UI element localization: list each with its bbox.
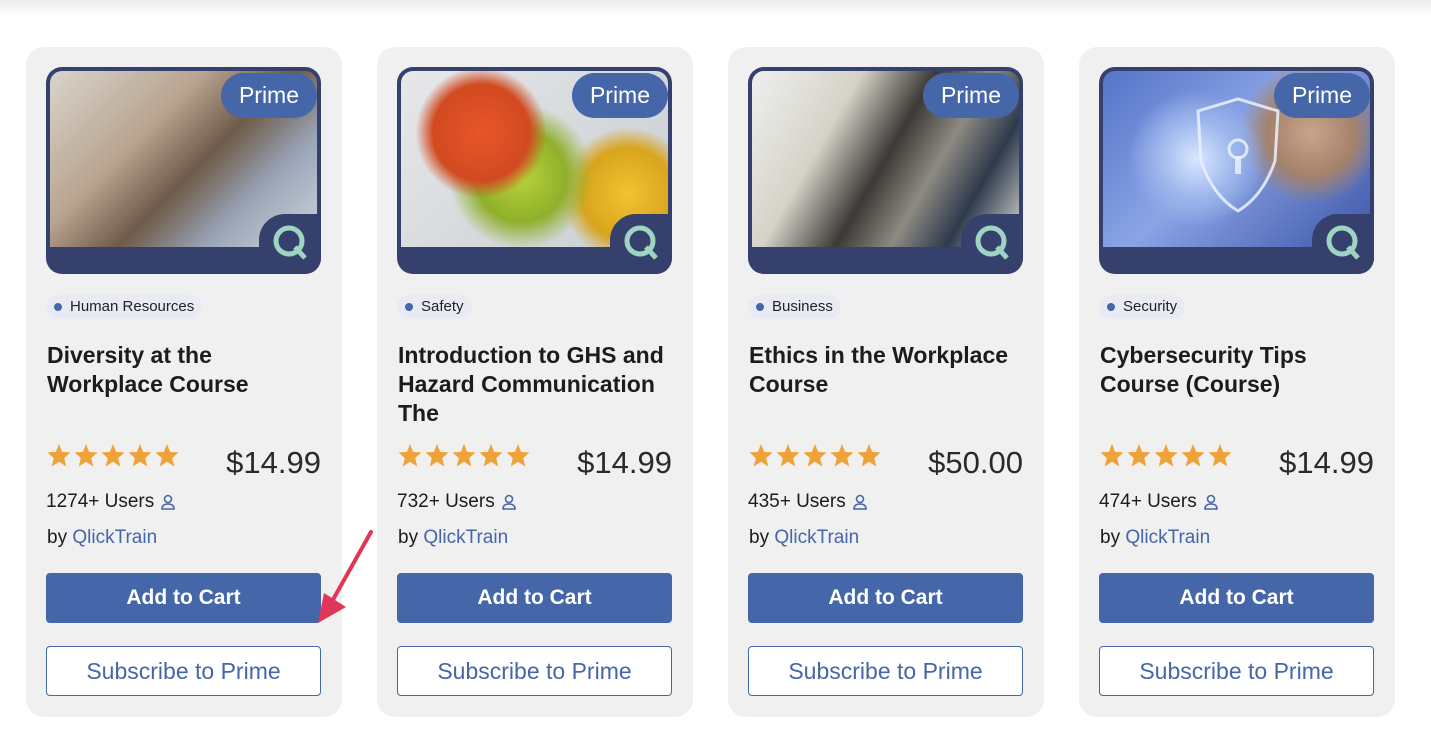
qlicktrain-logo-icon	[259, 214, 321, 274]
annotation-arrow-icon	[318, 530, 373, 623]
star-rating	[46, 443, 180, 468]
author-line: by QlickTrain	[1100, 527, 1210, 549]
add-to-cart-button[interactable]: Add to Cart	[46, 573, 321, 623]
star-icon	[1208, 444, 1232, 467]
author-link[interactable]: QlickTrain	[72, 527, 157, 548]
author-link[interactable]: QlickTrain	[423, 527, 508, 548]
star-icon	[506, 444, 530, 467]
header-shadow	[0, 0, 1431, 16]
add-to-cart-button[interactable]: Add to Cart	[1099, 573, 1374, 623]
course-price: $14.99	[1279, 445, 1374, 480]
user-icon	[852, 494, 867, 510]
prime-badge: Prime	[220, 73, 317, 118]
user-count-label: 474+ Users	[1099, 491, 1197, 512]
add-to-cart-button[interactable]: Add to Cart	[397, 573, 672, 623]
star-icon	[425, 444, 449, 467]
user-icon	[501, 494, 516, 510]
author-line: by QlickTrain	[47, 527, 157, 549]
user-count-label: 435+ Users	[748, 491, 846, 512]
star-icon	[830, 444, 854, 467]
star-icon	[1154, 444, 1178, 467]
dot-icon	[756, 303, 764, 311]
course-card: Prime Business Ethics in the Workplace C…	[728, 47, 1044, 717]
course-card: Prime Human Resources Diversity at the W…	[26, 47, 342, 717]
course-title[interactable]: Cybersecurity Tips Course (Course)	[1100, 341, 1370, 428]
star-icon	[749, 444, 773, 467]
course-price: $14.99	[577, 445, 672, 480]
user-count: 435+ Users	[748, 491, 867, 513]
user-count: 474+ Users	[1099, 491, 1218, 513]
by-label: by	[398, 527, 419, 548]
by-label: by	[47, 527, 68, 548]
prime-badge: Prime	[1273, 73, 1370, 118]
course-price: $14.99	[226, 445, 321, 480]
star-icon	[155, 444, 179, 467]
course-thumbnail[interactable]: Prime	[1099, 67, 1374, 274]
category-label: Human Resources	[70, 298, 195, 315]
author-line: by QlickTrain	[398, 527, 508, 549]
subscribe-to-prime-button[interactable]: Subscribe to Prime	[397, 646, 672, 696]
add-to-cart-button[interactable]: Add to Cart	[748, 573, 1023, 623]
star-icon	[857, 444, 881, 467]
category-tag[interactable]: Business	[748, 295, 841, 319]
star-icon	[1100, 444, 1124, 467]
category-label: Safety	[421, 298, 464, 315]
star-icon	[74, 444, 98, 467]
prime-badge: Prime	[922, 73, 1019, 118]
category-tag[interactable]: Security	[1099, 295, 1186, 319]
course-card: Prime Safety Introduction to GHS and Haz…	[377, 47, 693, 717]
author-line: by QlickTrain	[749, 527, 859, 549]
course-thumbnail[interactable]: Prime	[46, 67, 321, 274]
star-rating	[397, 443, 531, 468]
category-label: Business	[772, 298, 833, 315]
dot-icon	[54, 303, 62, 311]
user-count: 1274+ Users	[46, 491, 176, 513]
user-count-label: 732+ Users	[397, 491, 495, 512]
subscribe-to-prime-button[interactable]: Subscribe to Prime	[46, 646, 321, 696]
star-icon	[803, 444, 827, 467]
star-rating	[1099, 443, 1233, 468]
star-icon	[776, 444, 800, 467]
qlicktrain-logo-icon	[961, 214, 1023, 274]
star-icon	[452, 444, 476, 467]
qlicktrain-logo-icon	[610, 214, 672, 274]
prime-badge: Prime	[571, 73, 668, 118]
star-icon	[1181, 444, 1205, 467]
category-label: Security	[1123, 298, 1178, 315]
star-rating	[748, 443, 882, 468]
qlicktrain-logo-icon	[1312, 214, 1374, 274]
user-count: 732+ Users	[397, 491, 516, 513]
category-tag[interactable]: Safety	[397, 295, 472, 319]
user-icon	[161, 494, 176, 510]
star-icon	[479, 444, 503, 467]
user-count-label: 1274+ Users	[46, 491, 155, 512]
dot-icon	[1107, 303, 1115, 311]
course-card: Prime Security Cybersecurity Tips Course…	[1079, 47, 1395, 717]
by-label: by	[1100, 527, 1121, 548]
star-icon	[398, 444, 422, 467]
user-icon	[1203, 494, 1218, 510]
author-link[interactable]: QlickTrain	[1125, 527, 1210, 548]
course-title[interactable]: Introduction to GHS and Hazard Communica…	[398, 341, 668, 428]
star-icon	[101, 444, 125, 467]
star-icon	[47, 444, 71, 467]
star-icon	[128, 444, 152, 467]
course-title[interactable]: Diversity at the Workplace Course	[47, 341, 317, 428]
category-tag[interactable]: Human Resources	[46, 295, 203, 319]
course-title[interactable]: Ethics in the Workplace Course	[749, 341, 1019, 428]
course-grid: Prime Human Resources Diversity at the W…	[26, 47, 1396, 717]
course-thumbnail[interactable]: Prime	[397, 67, 672, 274]
by-label: by	[749, 527, 770, 548]
author-link[interactable]: QlickTrain	[774, 527, 859, 548]
subscribe-to-prime-button[interactable]: Subscribe to Prime	[748, 646, 1023, 696]
dot-icon	[405, 303, 413, 311]
subscribe-to-prime-button[interactable]: Subscribe to Prime	[1099, 646, 1374, 696]
course-price: $50.00	[928, 445, 1023, 480]
course-thumbnail[interactable]: Prime	[748, 67, 1023, 274]
star-icon	[1127, 444, 1151, 467]
